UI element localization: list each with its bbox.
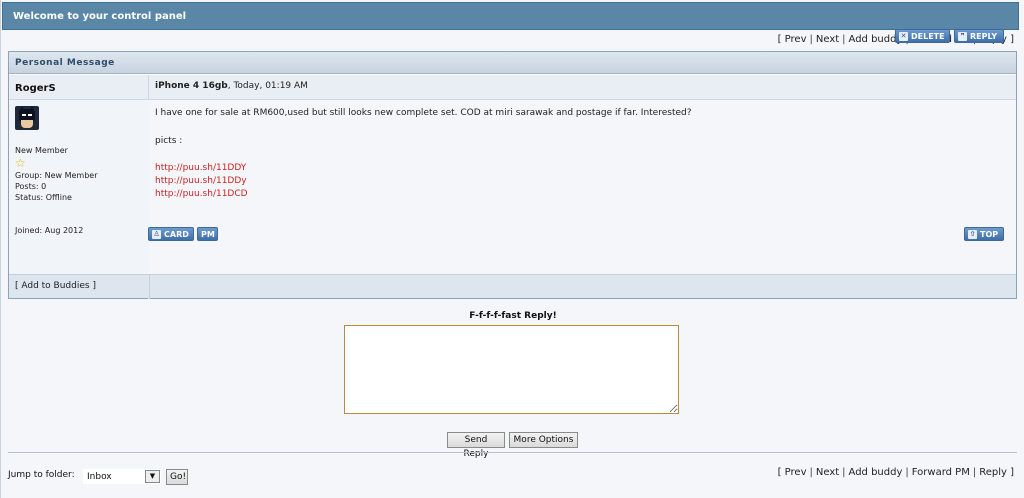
star-icon: ☆ bbox=[15, 156, 26, 170]
member-posts: Posts: 0 bbox=[15, 182, 47, 191]
add-buddy-link[interactable]: Add buddy bbox=[849, 467, 903, 478]
jump-to-folder-label: Jump to folder: bbox=[8, 470, 75, 480]
message-date: , Today, 01:19 AM bbox=[227, 81, 308, 91]
arrow-up-icon: ⇧ bbox=[968, 230, 977, 239]
member-status: Status: Offline bbox=[15, 193, 72, 202]
prev-link[interactable]: Prev bbox=[785, 34, 807, 45]
reply-link[interactable]: Reply bbox=[979, 467, 1007, 478]
delete-button-label: DELETE bbox=[911, 32, 945, 41]
divider bbox=[8, 452, 1017, 453]
message-subject: iPhone 4 16gb, Today, 01:19 AM bbox=[155, 81, 308, 91]
section-title: Personal Message bbox=[9, 52, 1016, 74]
picture-link[interactable]: http://puu.sh/11DCD bbox=[155, 189, 1010, 199]
quote-icon: ❞ bbox=[958, 32, 967, 41]
pm-button[interactable]: PM bbox=[197, 227, 218, 241]
message-body: I have one for sale at RM600,used but st… bbox=[149, 100, 1016, 274]
page-title-bar: Welcome to your control panel bbox=[2, 2, 1019, 30]
author-name[interactable]: RogerS bbox=[15, 83, 56, 94]
personal-message-box: Personal Message iPhone 4 16gb, Today, 0… bbox=[8, 51, 1017, 299]
forward-pm-link[interactable]: Forward PM bbox=[912, 467, 970, 478]
card-button[interactable]: ♙ CARD bbox=[148, 227, 194, 241]
subject-text: iPhone 4 16gb bbox=[155, 81, 228, 91]
avatar[interactable] bbox=[15, 106, 39, 130]
chevron-down-icon[interactable]: ▼ bbox=[145, 470, 160, 483]
control-panel-page: Welcome to your control panel [ Prev | Nex… bbox=[0, 0, 1024, 498]
folder-select[interactable]: Inbox ▼ bbox=[83, 469, 161, 484]
card-button-label: CARD bbox=[164, 230, 189, 239]
member-joined: Joined: Aug 2012 bbox=[15, 226, 84, 235]
pm-button-label: PM bbox=[201, 230, 215, 239]
add-to-buddies-link[interactable]: [ Add to Buddies ] bbox=[15, 281, 96, 291]
user-card-icon: ♙ bbox=[152, 230, 161, 239]
member-title: New Member bbox=[15, 146, 68, 155]
message-text: I have one for sale at RM600,used but st… bbox=[155, 108, 692, 118]
fast-reply-label: F-f-f-f-fast Reply! bbox=[469, 311, 557, 321]
fast-reply-textarea[interactable] bbox=[344, 325, 679, 414]
prev-link[interactable]: Prev bbox=[785, 467, 807, 478]
message-header-row: iPhone 4 16gb, Today, 01:19 AM bbox=[9, 75, 1016, 100]
picture-link[interactable]: http://puu.sh/11DDY bbox=[155, 163, 1010, 173]
top-button[interactable]: ⇧ TOP bbox=[964, 227, 1004, 241]
more-options-button[interactable]: More Options bbox=[509, 432, 578, 448]
reply-button[interactable]: ❞ REPLY bbox=[954, 29, 1004, 43]
send-reply-button[interactable]: Send Reply bbox=[447, 432, 505, 459]
go-button[interactable]: Go! bbox=[166, 469, 188, 485]
message-picts-label: picts : bbox=[155, 136, 183, 146]
message-nav-bottom: [ Prev | Next | Add buddy | Forward PM | Reply ] bbox=[777, 467, 1014, 478]
top-button-label: TOP bbox=[980, 230, 999, 239]
member-group: Group: New Member bbox=[15, 171, 98, 180]
close-x-icon: ✕ bbox=[899, 32, 908, 41]
delete-button[interactable]: ✕ DELETE bbox=[895, 29, 950, 43]
folder-select-value: Inbox bbox=[87, 472, 112, 482]
author-info: New Member ☆ Group: New Member Posts: 0 … bbox=[9, 100, 149, 274]
message-footer-row: [ Add to Buddies ] bbox=[9, 274, 1016, 299]
next-link[interactable]: Next bbox=[816, 34, 839, 45]
next-link[interactable]: Next bbox=[816, 467, 839, 478]
picture-link[interactable]: http://puu.sh/11DDy bbox=[155, 176, 1010, 186]
reply-button-label: REPLY bbox=[970, 32, 998, 41]
